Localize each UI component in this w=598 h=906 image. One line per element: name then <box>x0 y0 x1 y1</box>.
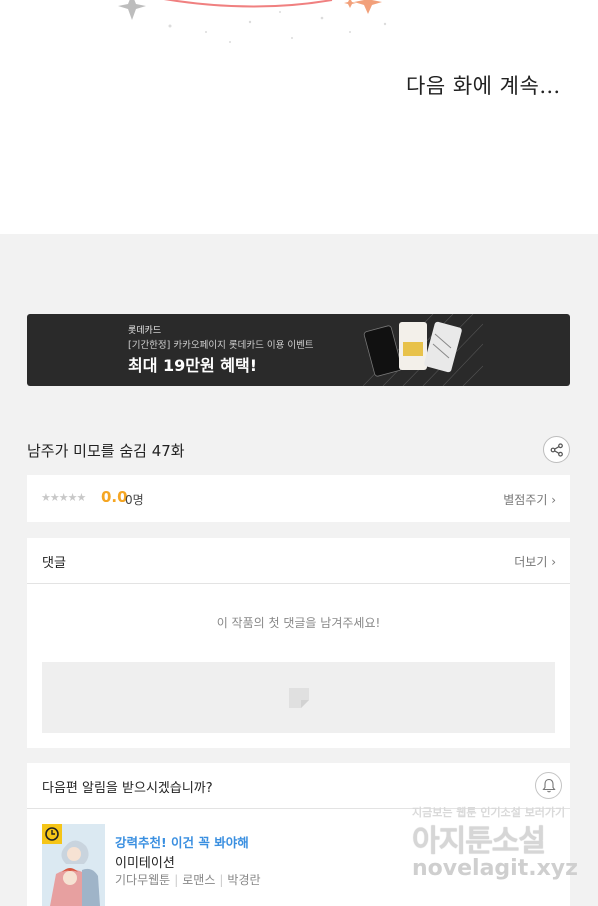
comment-placeholder-icon <box>288 687 309 708</box>
recommend-meta: 기다무웹툰 | 로맨스 | 박경란 <box>115 873 261 887</box>
comment-input-area[interactable] <box>42 662 555 733</box>
bell-icon <box>541 778 556 793</box>
share-icon <box>550 442 563 457</box>
rate-button[interactable]: 별점주기 › <box>503 491 556 508</box>
banner-description: [기간한정] 카카오페이지 롯데카드 이용 이벤트 <box>128 340 314 351</box>
comment-section: 댓글 더보기 › 이 작품의 첫 댓글을 남겨주세요! <box>27 538 570 748</box>
recommend-author: 박경란 <box>227 873 261 887</box>
recommend-cover-art <box>42 824 105 906</box>
notify-header: 다음편 알림을 받으시겠습니까? <box>27 763 570 809</box>
sparkle-ornament <box>118 0 387 43</box>
recommend-thumbnail[interactable] <box>42 824 105 906</box>
recommend-badge: 기다무웹툰 <box>115 873 171 887</box>
notify-question: 다음편 알림을 받으시겠습니까? <box>42 781 213 796</box>
recommend-label: 강력추천! 이건 꼭 봐야해 <box>115 835 249 850</box>
next-episode-notify: 다음편 알림을 받으시겠습니까? 강력추천! 이건 꼭 봐야해 이미테이션 기다… <box>27 763 570 906</box>
card-illustration <box>363 314 483 386</box>
recommend-genre: 로맨스 <box>182 873 216 887</box>
banner-brand: 롯데카드 <box>128 326 162 336</box>
banner-headline: 최대 19만원 혜택! <box>128 356 258 375</box>
promo-banner[interactable]: 롯데카드 [기간한정] 카카오페이지 롯데카드 이용 이벤트 최대 19만원 혜… <box>27 314 570 386</box>
notify-bell-button[interactable] <box>535 772 562 799</box>
share-button[interactable] <box>543 436 570 463</box>
rating-count: 0명 <box>125 493 144 507</box>
comment-title: 댓글 <box>42 556 66 571</box>
rating-score: 0.0 <box>101 488 128 506</box>
empty-comment-message: 이 작품의 첫 댓글을 남겨주세요! <box>216 616 381 630</box>
to-be-continued-text: 다음 화에 계속… <box>406 74 561 98</box>
comic-panel: 다음 화에 계속… <box>0 0 598 234</box>
comments-more-link[interactable]: 더보기 › <box>514 553 556 570</box>
star-rating-icons: ★★★★★ <box>41 491 86 504</box>
comment-header: 댓글 더보기 › <box>27 538 570 584</box>
recommend-title[interactable]: 이미테이션 <box>115 852 175 871</box>
episode-title: 남주가 미모를 숨김 47화 <box>27 442 185 460</box>
rating-panel: ★★★★★ 0.0 0명 별점주기 › <box>27 475 570 522</box>
